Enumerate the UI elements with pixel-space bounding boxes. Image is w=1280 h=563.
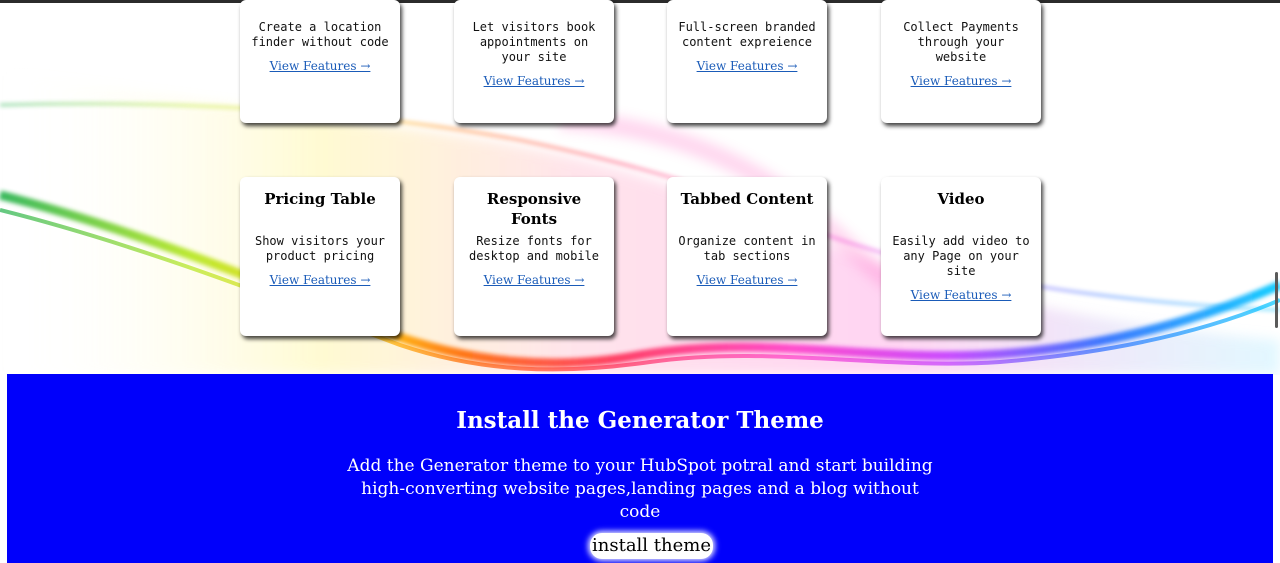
feature-description: Easily add video to any Page on your sit…	[892, 234, 1030, 278]
feature-title: Tabbed Content	[680, 190, 814, 208]
view-features-link[interactable]: View Features →	[911, 288, 1012, 302]
install-theme-button[interactable]: install theme	[590, 533, 713, 559]
view-features-link[interactable]: View Features →	[484, 273, 585, 287]
feature-card-pricing-table: Pricing Table Show visitors your product…	[240, 177, 400, 336]
feature-card-tabbed-content: Tabbed Content Organize content in tab s…	[667, 177, 827, 336]
feature-card-responsive-fonts: Responsive Fonts Resize fonts for deskto…	[454, 177, 614, 336]
feature-card-appointments: Let visitors book appointments on your s…	[454, 0, 614, 123]
feature-description: Resize fonts for desktop and mobile	[468, 234, 600, 263]
view-features-link[interactable]: View Features →	[911, 74, 1012, 88]
rainbow-swirl-background	[0, 70, 1280, 375]
view-features-link[interactable]: View Features →	[484, 74, 585, 88]
feature-description: Collect Payments through your website	[903, 20, 1019, 64]
feature-description: Full-screen branded content expreience	[678, 20, 816, 49]
install-theme-section: Install the Generator Theme Add the Gene…	[7, 374, 1273, 563]
feature-description: Show visitors your product pricing	[254, 234, 386, 263]
feature-card-fullscreen: Full-screen branded content expreience V…	[667, 0, 827, 123]
feature-title: Video	[937, 190, 985, 208]
feature-card-location-finder: Create a location finder without code Vi…	[240, 0, 400, 123]
install-title: Install the Generator Theme	[456, 407, 824, 434]
feature-description: Organize content in tab sections	[678, 234, 816, 263]
feature-title: Pricing Table	[264, 190, 376, 208]
install-description: Add the Generator theme to your HubSpot …	[347, 456, 933, 522]
view-features-link[interactable]: View Features →	[270, 273, 371, 287]
page: Create a location finder without code Vi…	[0, 0, 1280, 563]
feature-card-video: Video Easily add video to any Page on yo…	[881, 177, 1041, 336]
feature-description: Create a location finder without code	[251, 20, 389, 49]
view-features-link[interactable]: View Features →	[697, 273, 798, 287]
scrollbar-thumb[interactable]	[1275, 272, 1278, 328]
view-features-link[interactable]: View Features →	[697, 59, 798, 73]
feature-card-payments: Collect Payments through your website Vi…	[881, 0, 1041, 123]
view-features-link[interactable]: View Features →	[270, 59, 371, 73]
feature-title: Responsive Fonts	[486, 190, 582, 228]
feature-description: Let visitors book appointments on your s…	[472, 20, 596, 64]
